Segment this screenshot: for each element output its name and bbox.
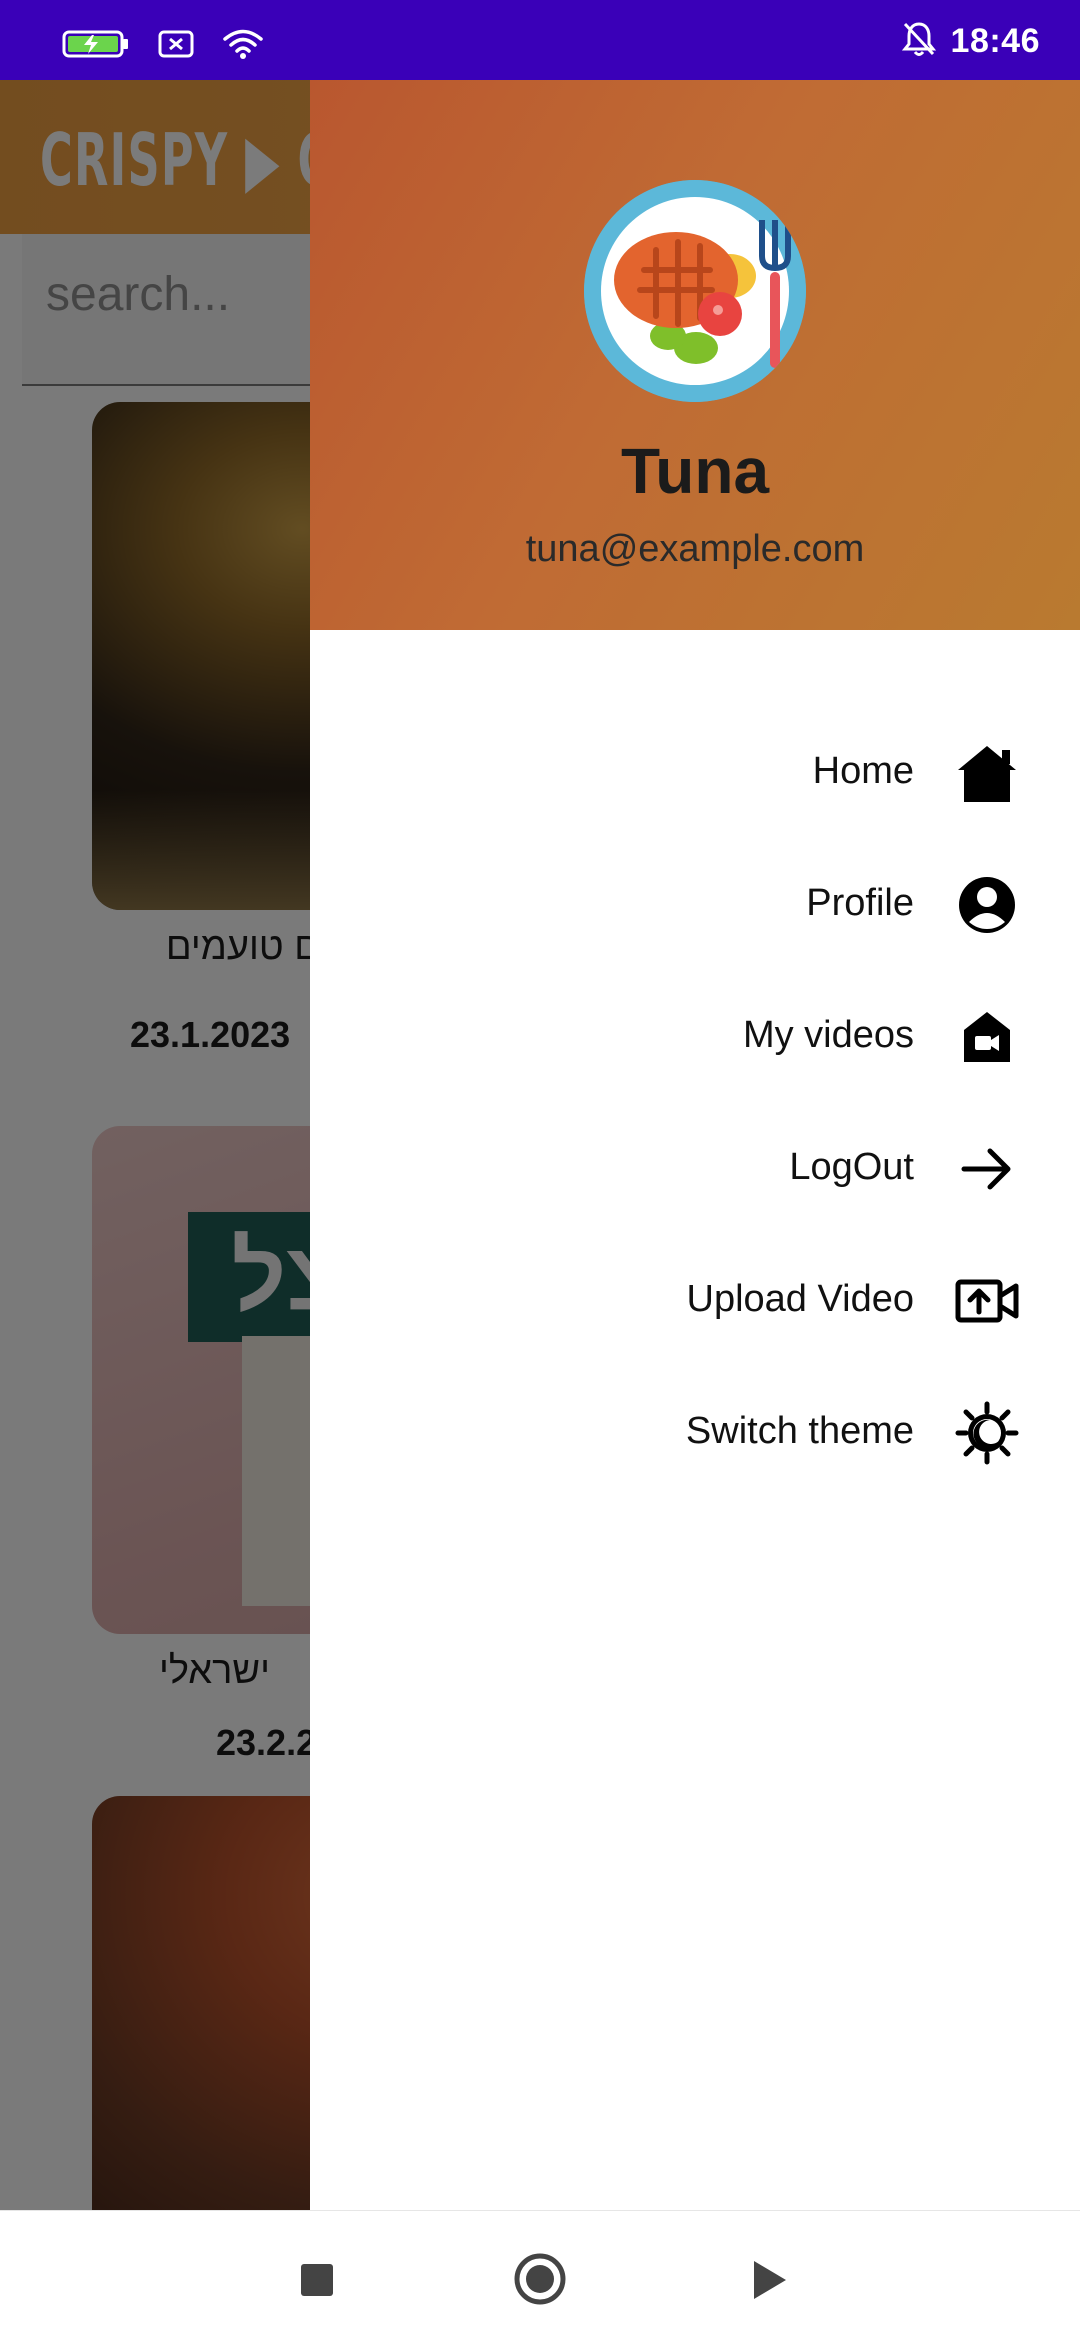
menu-item-label: LogOut [789,1146,914,1188]
video-home-icon [954,1004,1020,1070]
battery-charging-icon [62,29,130,64]
avatar[interactable] [584,180,806,402]
menu-item-my-videos[interactable]: My videos [310,974,1080,1094]
menu-item-label: Switch theme [685,1410,914,1452]
status-time: 18:46 [950,22,1040,60]
menu-item-label: Home [812,750,914,792]
notifications-off-icon [901,20,937,63]
theme-toggle-icon [954,1400,1020,1466]
system-nav-bar [0,2210,1080,2340]
menu-item-label: Upload Video [686,1278,914,1320]
recents-square-icon[interactable] [292,2255,342,2305]
sim-no-signal-icon [156,29,196,64]
video-upload-icon [954,1268,1020,1334]
menu-item-label: My videos [742,1014,914,1056]
menu-item-profile[interactable]: Profile [310,842,1080,962]
wifi-icon [222,28,264,65]
user-email: tuna@example.com [525,528,865,570]
drawer-header: Tuna tuna@example.com [310,80,1080,630]
home-icon [954,740,1020,806]
account-circle-icon [954,872,1020,938]
menu-item-upload-video[interactable]: Upload Video [310,1238,1080,1358]
back-triangle-icon[interactable] [744,2255,794,2305]
user-name: Tuna [620,435,770,507]
menu-item-switch-theme[interactable]: Switch theme [310,1370,1080,1490]
arrow-right-icon [954,1136,1020,1202]
home-circle-icon[interactable] [512,2251,568,2307]
menu-item-logout[interactable]: LogOut [310,1106,1080,1226]
status-bar: 18:46 [0,0,1080,80]
menu-item-home[interactable]: Home [310,710,1080,830]
navigation-drawer: Tuna tuna@example.com Home Profile My vi… [310,80,1080,2210]
menu-item-label: Profile [806,882,914,924]
